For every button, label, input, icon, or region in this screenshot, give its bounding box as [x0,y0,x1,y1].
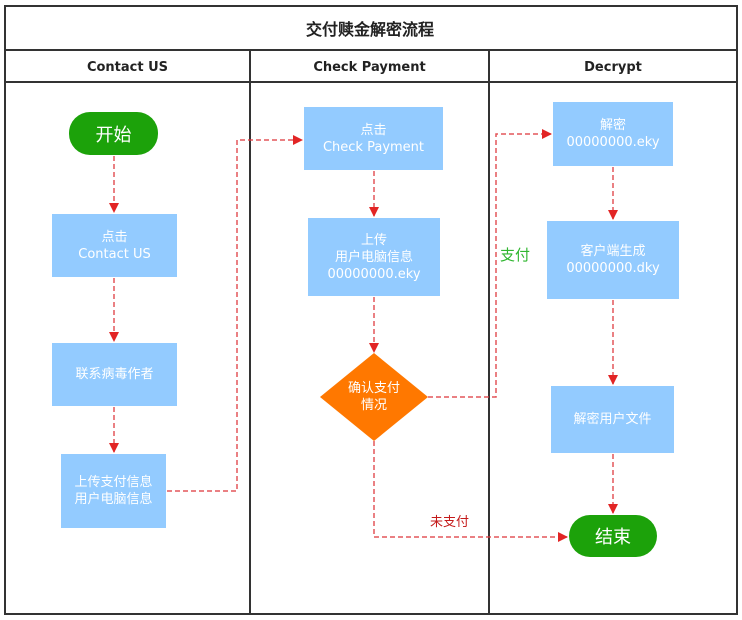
click-contact-us-node: 点击 Contact US [52,214,177,277]
node-line: 联系病毒作者 [75,367,154,382]
start-label: 开始 [95,124,132,146]
unpaid-edge-label: 未支付 [430,515,470,530]
node-line: 00000000.eky [327,266,421,282]
upload-payment-info-node: 上传支付信息 用户电脑信息 [61,454,166,528]
confirm-payment-decision: 确认支付 情况 [330,375,418,419]
decrypt-files-node: 解密用户文件 [551,386,674,453]
node-line: 客户端生成 [580,244,646,259]
edge-upload-info-to-check-payment [167,135,303,492]
contact-author-node: 联系病毒作者 [52,343,177,406]
node-line: 上传 [360,232,387,248]
upload-user-info-node: 上传 用户电脑信息 00000000.eky [308,218,440,296]
edge-confirm-unpaid-to-end [373,441,568,542]
decrypt-eky-node: 解密 00000000.eky [553,102,673,166]
node-line: 解密用户文件 [573,412,652,427]
end-terminal: 结束 [569,515,657,557]
end-label: 结束 [595,527,631,548]
edge-confirm-paid-to-decrypt [428,129,552,398]
node-line: 点击 [101,229,128,245]
click-check-payment-node: 点击 Check Payment [304,107,443,170]
node-line: 上传支付信息 [74,475,153,490]
start-terminal: 开始 [69,112,158,155]
node-line: Check Payment [322,139,425,155]
client-generate-node: 客户端生成 00000000.dky [547,221,679,299]
node-line: 解密 [599,118,626,133]
node-line: 用户电脑信息 [74,492,153,507]
node-line: 点击 [360,122,387,138]
node-line: 情况 [360,398,387,413]
paid-edge-label: 支付 [500,246,531,264]
node-line: Contact US [78,246,151,262]
node-line: 00000000.dky [566,261,660,276]
node-line: 00000000.eky [566,135,660,150]
node-line: 用户电脑信息 [334,249,413,265]
node-line: 确认支付 [347,381,400,396]
